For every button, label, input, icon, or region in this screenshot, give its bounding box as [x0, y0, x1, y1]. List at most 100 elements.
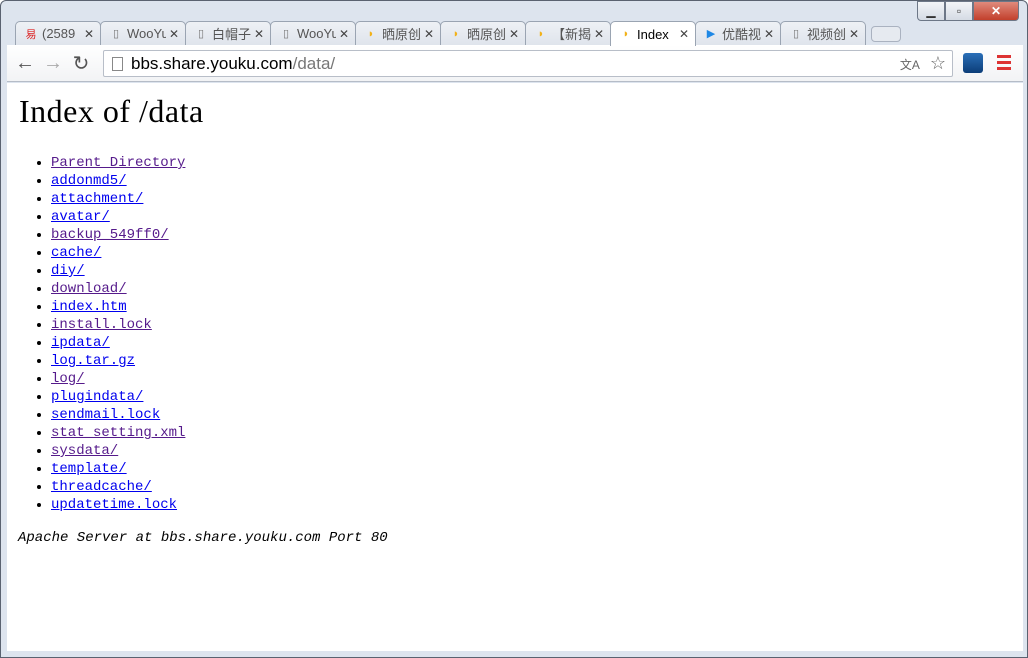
close-tab-icon[interactable]: ✕ [849, 27, 859, 41]
url-host: bbs.share.youku.com [131, 53, 293, 73]
tab-label: WooYun [297, 26, 336, 41]
tab-strip: 易(2589✕▯WooYun✕▯白帽子✕▯WooYun✕◗晒原创✕◗晒原创✕◗【… [15, 21, 901, 46]
tab-label: (2589 [42, 26, 76, 41]
file-link[interactable]: plugindata/ [51, 389, 143, 405]
close-tab-icon[interactable]: ✕ [424, 27, 434, 41]
list-item: diy/ [51, 262, 1012, 280]
close-tab-icon[interactable]: ✕ [169, 27, 179, 41]
close-tab-icon[interactable]: ✕ [254, 27, 264, 41]
translate-icon[interactable]: 文A [900, 56, 920, 74]
tab-label: Index [637, 26, 669, 42]
extension-icon[interactable] [963, 53, 983, 73]
page-content: Index of /data Parent Directory addonmd5/… [7, 83, 1023, 651]
list-item: threadcache/ [51, 478, 1012, 496]
tab-label: 【新揭 [552, 27, 591, 42]
file-link[interactable]: threadcache/ [51, 479, 152, 495]
list-item: attachment/ [51, 190, 1012, 208]
file-list: Parent Directory addonmd5/attachment/avat… [51, 154, 1012, 514]
tab[interactable]: 易 (2589 ✕ [15, 21, 101, 45]
tab[interactable]: ▯ 白帽子 ✕ [185, 21, 271, 45]
youku-bbs-icon: ◗ [452, 27, 460, 40]
tab[interactable]: ▶ 优酷视 ✕ [695, 21, 781, 45]
list-item: updatetime.lock [51, 496, 1012, 514]
file-link[interactable]: sysdata/ [51, 443, 118, 459]
page-icon: ▯ [792, 28, 800, 40]
youku-play-icon: ▶ [706, 28, 716, 40]
close-window-button[interactable]: ✕ [973, 1, 1019, 21]
close-tab-icon[interactable]: ✕ [594, 27, 604, 41]
file-link[interactable]: backup_549ff0/ [51, 227, 169, 243]
tab[interactable]: ▯ WooYun✕ [270, 21, 356, 45]
list-item: index.htm [51, 298, 1012, 316]
file-link[interactable]: addonmd5/ [51, 173, 127, 189]
file-link[interactable]: Parent Directory [51, 155, 185, 171]
youku-bbs-icon: ◗ [622, 28, 630, 40]
list-item: log/ [51, 370, 1012, 388]
file-link[interactable]: avatar/ [51, 209, 110, 225]
tab-label: 晒原创 [467, 27, 506, 42]
menu-icon[interactable] [997, 55, 1011, 73]
file-link[interactable]: cache/ [51, 245, 101, 261]
window-controls: ▁ ▫ ✕ [917, 1, 1019, 21]
url-path: /data/ [292, 53, 336, 73]
youku-bbs-icon: ◗ [367, 27, 375, 40]
forward-button[interactable]: → [39, 52, 67, 75]
list-item: stat_setting.xml [51, 424, 1012, 442]
server-signature: Apache Server at bbs.share.youku.com Por… [18, 530, 388, 546]
tab-label: WooYun [127, 26, 166, 41]
netease-icon: 易 [25, 28, 37, 41]
tab-label: 晒原创 [382, 27, 421, 42]
file-link[interactable]: updatetime.lock [51, 497, 177, 513]
tab[interactable]: ◗ 【新揭 ✕ [525, 21, 611, 45]
file-link[interactable]: index.htm [51, 299, 127, 315]
toolbar: ← → ↻ bbs.share.youku.com/data/ 文A ☆ [7, 45, 1023, 82]
file-link[interactable]: template/ [51, 461, 127, 477]
close-tab-icon[interactable]: ✕ [764, 27, 774, 41]
maximize-button[interactable]: ▫ [945, 1, 973, 21]
file-link[interactable]: log.tar.gz [51, 353, 135, 369]
list-item: install.lock [51, 316, 1012, 334]
list-item: ipdata/ [51, 334, 1012, 352]
list-item: plugindata/ [51, 388, 1012, 406]
file-link[interactable]: attachment/ [51, 191, 143, 207]
browser-window: ▁ ▫ ✕ 易(2589✕▯WooYun✕▯白帽子✕▯WooYun✕◗晒原创✕◗… [0, 0, 1028, 658]
tab[interactable]: ▯ 视频创 ✕ [780, 21, 866, 45]
bookmark-star-icon[interactable]: ☆ [930, 53, 946, 74]
file-link[interactable]: install.lock [51, 317, 152, 333]
close-tab-icon[interactable]: ✕ [679, 27, 689, 41]
close-tab-icon[interactable]: ✕ [339, 27, 349, 41]
page-icon: ▯ [112, 28, 120, 40]
file-link[interactable]: diy/ [51, 263, 85, 279]
file-link[interactable]: ipdata/ [51, 335, 110, 351]
list-item: backup_549ff0/ [51, 226, 1012, 244]
page-icon: ▯ [282, 28, 290, 40]
close-tab-icon[interactable]: ✕ [84, 27, 94, 41]
tab-label: 优酷视 [722, 27, 761, 42]
close-tab-icon[interactable]: ✕ [509, 27, 519, 41]
list-item: sendmail.lock [51, 406, 1012, 424]
reload-button[interactable]: ↻ [67, 51, 95, 76]
list-item: cache/ [51, 244, 1012, 262]
tab[interactable]: ◗ 晒原创 ✕ [440, 21, 526, 45]
page-icon [112, 56, 123, 71]
file-link[interactable]: download/ [51, 281, 127, 297]
list-item: Parent Directory [51, 154, 1012, 172]
minimize-button[interactable]: ▁ [917, 1, 945, 21]
address-bar[interactable]: bbs.share.youku.com/data/ 文A ☆ [103, 50, 953, 77]
page-title: Index of /data [19, 93, 204, 129]
tab[interactable]: ◗ Index ✕ [610, 21, 696, 46]
file-link[interactable]: sendmail.lock [51, 407, 160, 423]
file-link[interactable]: stat_setting.xml [51, 425, 185, 441]
tab[interactable]: ▯ WooYun✕ [100, 21, 186, 45]
youku-bbs-icon: ◗ [537, 27, 545, 40]
back-button[interactable]: ← [11, 52, 39, 75]
list-item: sysdata/ [51, 442, 1012, 460]
file-link[interactable]: log/ [51, 371, 85, 387]
list-item: download/ [51, 280, 1012, 298]
tab[interactable]: ◗ 晒原创 ✕ [355, 21, 441, 45]
tab-label: 白帽子 [212, 27, 251, 42]
list-item: addonmd5/ [51, 172, 1012, 190]
new-tab-button[interactable] [871, 26, 901, 42]
list-item: template/ [51, 460, 1012, 478]
tab-label: 视频创 [807, 27, 846, 42]
